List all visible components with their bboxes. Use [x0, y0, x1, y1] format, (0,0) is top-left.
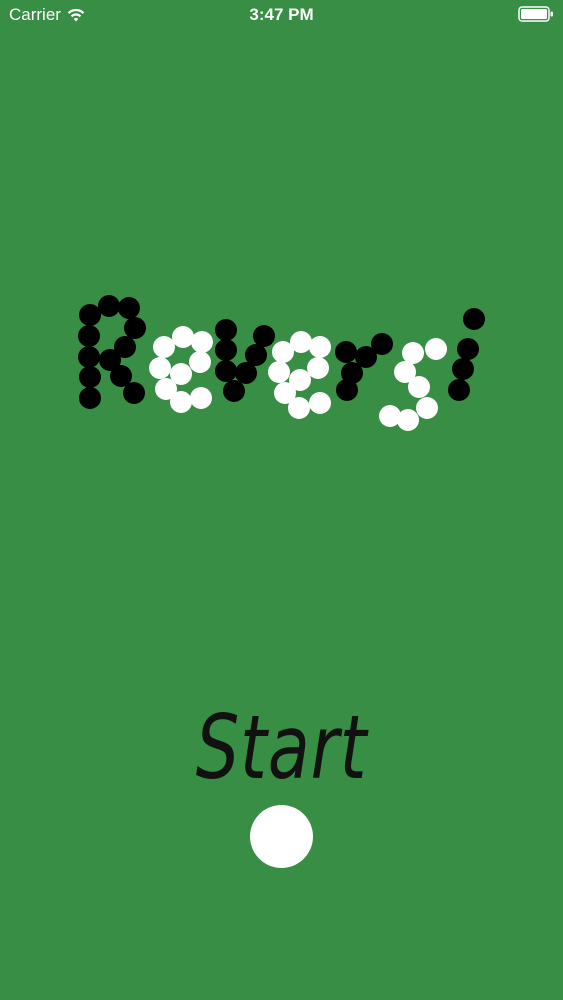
white-disc [309, 336, 331, 358]
white-disc [397, 409, 419, 431]
black-disc [448, 379, 470, 401]
white-disc [149, 357, 171, 379]
black-disc [78, 346, 100, 368]
black-disc [335, 341, 357, 363]
white-disc [272, 341, 294, 363]
white-disc [288, 397, 310, 419]
start-button[interactable] [250, 805, 313, 868]
black-disc [336, 379, 358, 401]
start-label: Start [195, 696, 368, 799]
black-disc [98, 295, 120, 317]
status-bar: Carrier 3:47 PM [0, 0, 563, 30]
black-disc [457, 338, 479, 360]
battery-icon [518, 6, 553, 22]
black-disc [215, 360, 237, 382]
black-disc [78, 325, 100, 347]
white-disc [268, 361, 290, 383]
black-disc [452, 358, 474, 380]
white-disc [170, 391, 192, 413]
white-disc [408, 376, 430, 398]
black-disc [215, 319, 237, 341]
white-disc [425, 338, 447, 360]
white-disc [191, 331, 213, 353]
black-disc [79, 366, 101, 388]
black-disc [79, 387, 101, 409]
black-disc [118, 297, 140, 319]
black-disc [123, 382, 145, 404]
black-disc [463, 308, 485, 330]
white-disc [416, 397, 438, 419]
white-disc [153, 336, 175, 358]
black-disc [223, 380, 245, 402]
white-disc [309, 392, 331, 414]
status-time: 3:47 PM [249, 5, 314, 24]
white-disc [190, 387, 212, 409]
black-disc [215, 339, 237, 361]
white-disc [189, 351, 211, 373]
